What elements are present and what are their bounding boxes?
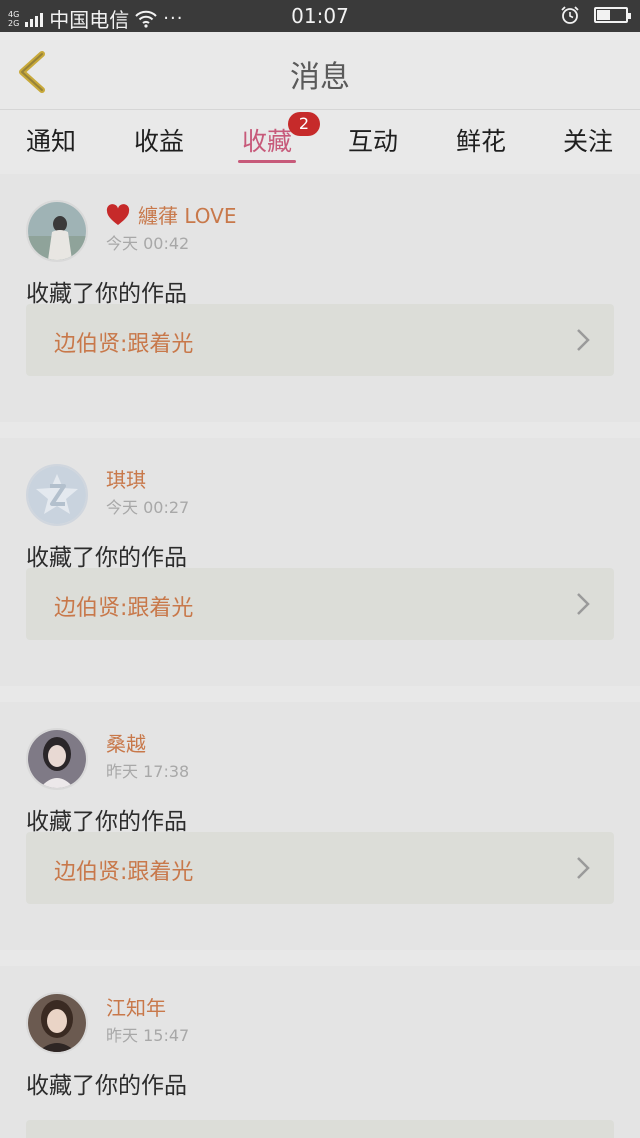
tab-label: 通知: [26, 127, 77, 156]
username[interactable]: 琪琪: [106, 464, 146, 493]
tab-earnings[interactable]: 收益: [134, 122, 184, 158]
active-tab-indicator: [238, 160, 297, 163]
username-text: 桑越: [106, 732, 146, 756]
username-text: 琪琪: [106, 468, 146, 492]
username[interactable]: 纏葎 LOVE: [106, 200, 237, 229]
status-bar: 4G 2G 中国电信 ··· 01:07: [0, 0, 640, 32]
chevron-right-icon: [577, 593, 590, 615]
tab-notice[interactable]: 通知: [26, 122, 76, 158]
message-card[interactable]: 纏葎 LOVE 今天 00:42 收藏了你的作品 边伯贤:跟着光: [0, 174, 640, 422]
username-text: 纏葎 LOVE: [138, 204, 237, 228]
alarm-icon: [561, 6, 579, 24]
work-link[interactable]: [26, 1120, 614, 1138]
timestamp: 昨天 17:38: [106, 762, 190, 781]
message-card[interactable]: 琪琪 今天 00:27 收藏了你的作品 边伯贤:跟着光: [0, 438, 640, 686]
avatar[interactable]: [26, 200, 88, 262]
heart-icon: [106, 203, 130, 225]
tab-bar: 通知 收益 收藏 2 互动 鲜花 关注: [0, 110, 640, 170]
tab-label: 收藏: [242, 127, 293, 156]
work-title: 边伯贤:跟着光: [54, 332, 194, 357]
tab-favorites[interactable]: 收藏 2: [238, 112, 320, 163]
username-text: 江知年: [106, 996, 166, 1020]
clock: 01:07: [291, 4, 349, 28]
battery-icon: [594, 7, 631, 23]
timestamp: 今天 00:27: [106, 498, 190, 517]
work-link[interactable]: 边伯贤:跟着光: [26, 568, 614, 640]
avatar[interactable]: [26, 728, 88, 790]
chevron-right-icon: [577, 857, 590, 879]
tab-interactions[interactable]: 互动: [348, 122, 398, 158]
message-card[interactable]: 桑越 昨天 17:38 收藏了你的作品 边伯贤:跟着光: [0, 702, 640, 950]
timestamp: 昨天 15:47: [106, 1026, 190, 1045]
chevron-right-icon: [577, 329, 590, 351]
work-link[interactable]: 边伯贤:跟着光: [26, 832, 614, 904]
avatar[interactable]: [26, 992, 88, 1054]
tab-label: 鲜花: [456, 127, 507, 156]
username[interactable]: 桑越: [106, 728, 146, 757]
unread-badge: 2: [288, 112, 320, 136]
work-link[interactable]: 边伯贤:跟着光: [26, 304, 614, 376]
tab-flowers[interactable]: 鲜花: [456, 122, 506, 158]
tab-following[interactable]: 关注: [563, 122, 613, 158]
action-text: 收藏了你的作品: [26, 281, 187, 307]
action-text: 收藏了你的作品: [26, 809, 187, 835]
work-title: 边伯贤:跟着光: [54, 596, 194, 621]
timestamp: 今天 00:42: [106, 234, 190, 253]
page-title: 消息: [290, 60, 350, 95]
header-bar: 消息: [0, 32, 640, 110]
username[interactable]: 江知年: [106, 992, 166, 1021]
avatar[interactable]: [26, 464, 88, 526]
tab-label: 关注: [563, 127, 614, 156]
tab-label: 互动: [348, 127, 399, 156]
message-card[interactable]: 江知年 昨天 15:47 收藏了你的作品: [0, 966, 640, 1138]
work-title: 边伯贤:跟着光: [54, 860, 194, 885]
action-text: 收藏了你的作品: [26, 1073, 187, 1099]
action-text: 收藏了你的作品: [26, 545, 187, 571]
tab-label: 收益: [134, 127, 185, 156]
